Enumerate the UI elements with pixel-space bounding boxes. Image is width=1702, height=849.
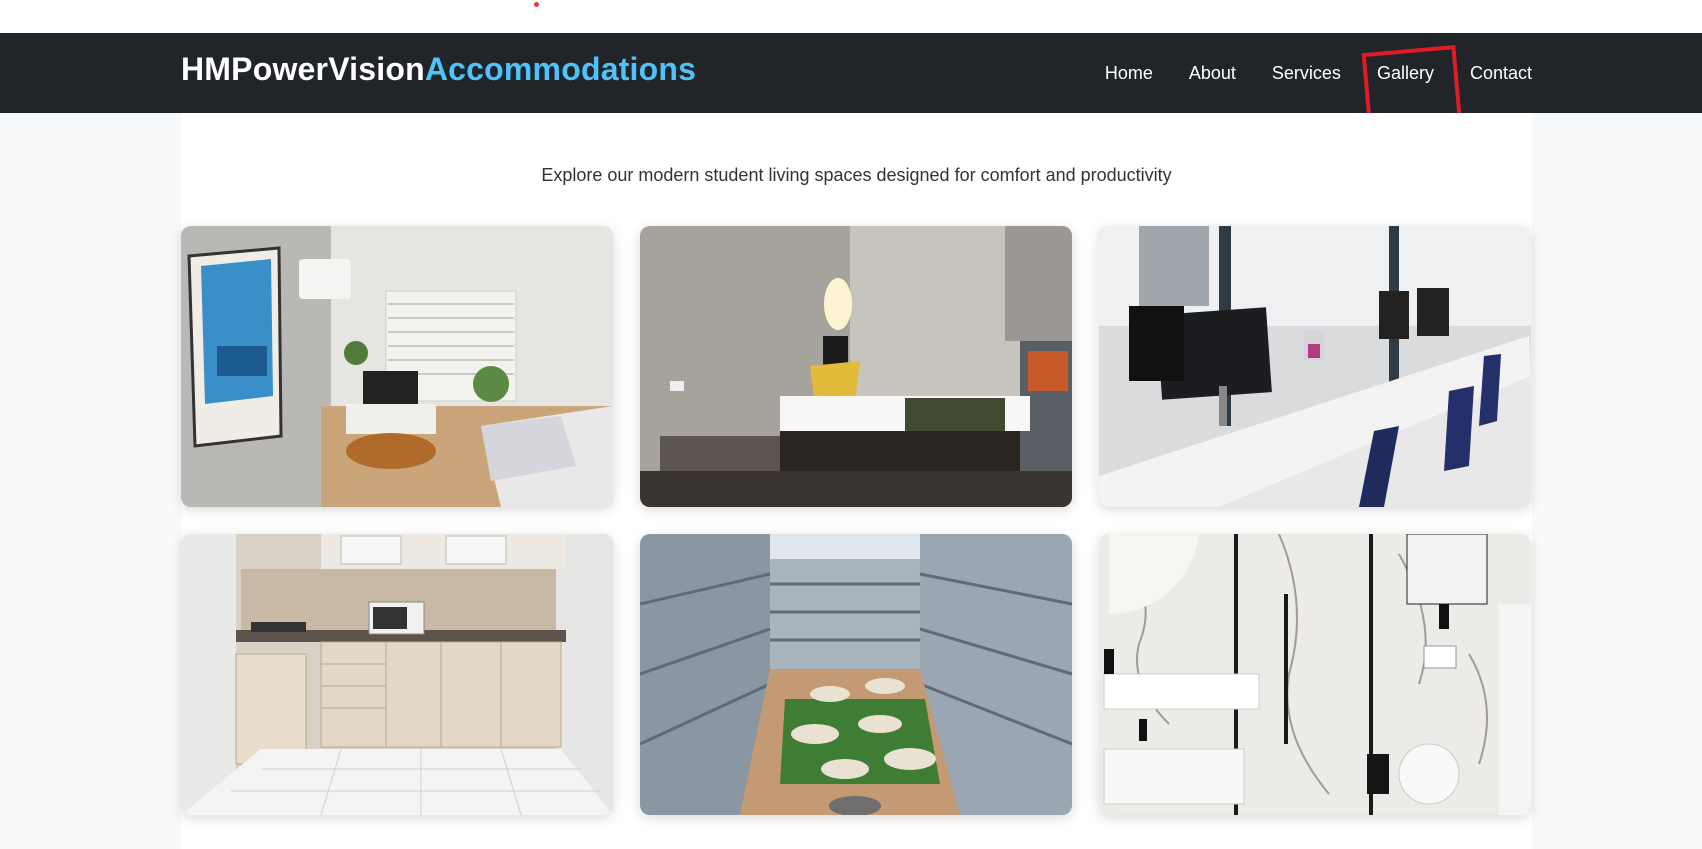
gallery-image-computer-lab[interactable] bbox=[1099, 226, 1531, 507]
bedroom-photo bbox=[640, 226, 1072, 507]
gallery-image-bedroom[interactable] bbox=[640, 226, 1072, 507]
gallery-image-courtyard[interactable] bbox=[640, 534, 1072, 815]
nav-services[interactable]: Services bbox=[1272, 63, 1341, 84]
gallery-section: Explore our modern student living spaces… bbox=[181, 113, 1532, 849]
studio-room-photo bbox=[181, 226, 613, 507]
gallery-image-bathroom[interactable] bbox=[1099, 534, 1531, 815]
gallery-image-studio[interactable] bbox=[181, 226, 613, 507]
gallery-tagline: Explore our modern student living spaces… bbox=[541, 165, 1172, 185]
brand-accent: Accommodations bbox=[424, 51, 697, 87]
courtyard-photo bbox=[640, 534, 1072, 815]
computer-lab-photo bbox=[1099, 226, 1531, 507]
navbar: HMPowerVisionAccommodations Home About S… bbox=[0, 33, 1702, 135]
nav-about[interactable]: About bbox=[1189, 63, 1236, 84]
cursor-dot bbox=[534, 2, 539, 7]
nav-contact[interactable]: Contact bbox=[1470, 63, 1532, 84]
nav-gallery[interactable]: Gallery bbox=[1377, 63, 1434, 84]
gallery-image-kitchen[interactable] bbox=[181, 534, 613, 815]
gallery-grid bbox=[181, 226, 1532, 815]
nav-home[interactable]: Home bbox=[1105, 63, 1153, 84]
top-strip bbox=[0, 0, 1702, 33]
brand-name: HMPowerVision bbox=[181, 51, 425, 87]
bathroom-photo bbox=[1099, 534, 1531, 815]
kitchen-photo bbox=[181, 534, 613, 815]
brand-logo[interactable]: HMPowerVisionAccommodations bbox=[181, 51, 696, 88]
main-nav: Home About Services Gallery Contact bbox=[1069, 33, 1532, 113]
